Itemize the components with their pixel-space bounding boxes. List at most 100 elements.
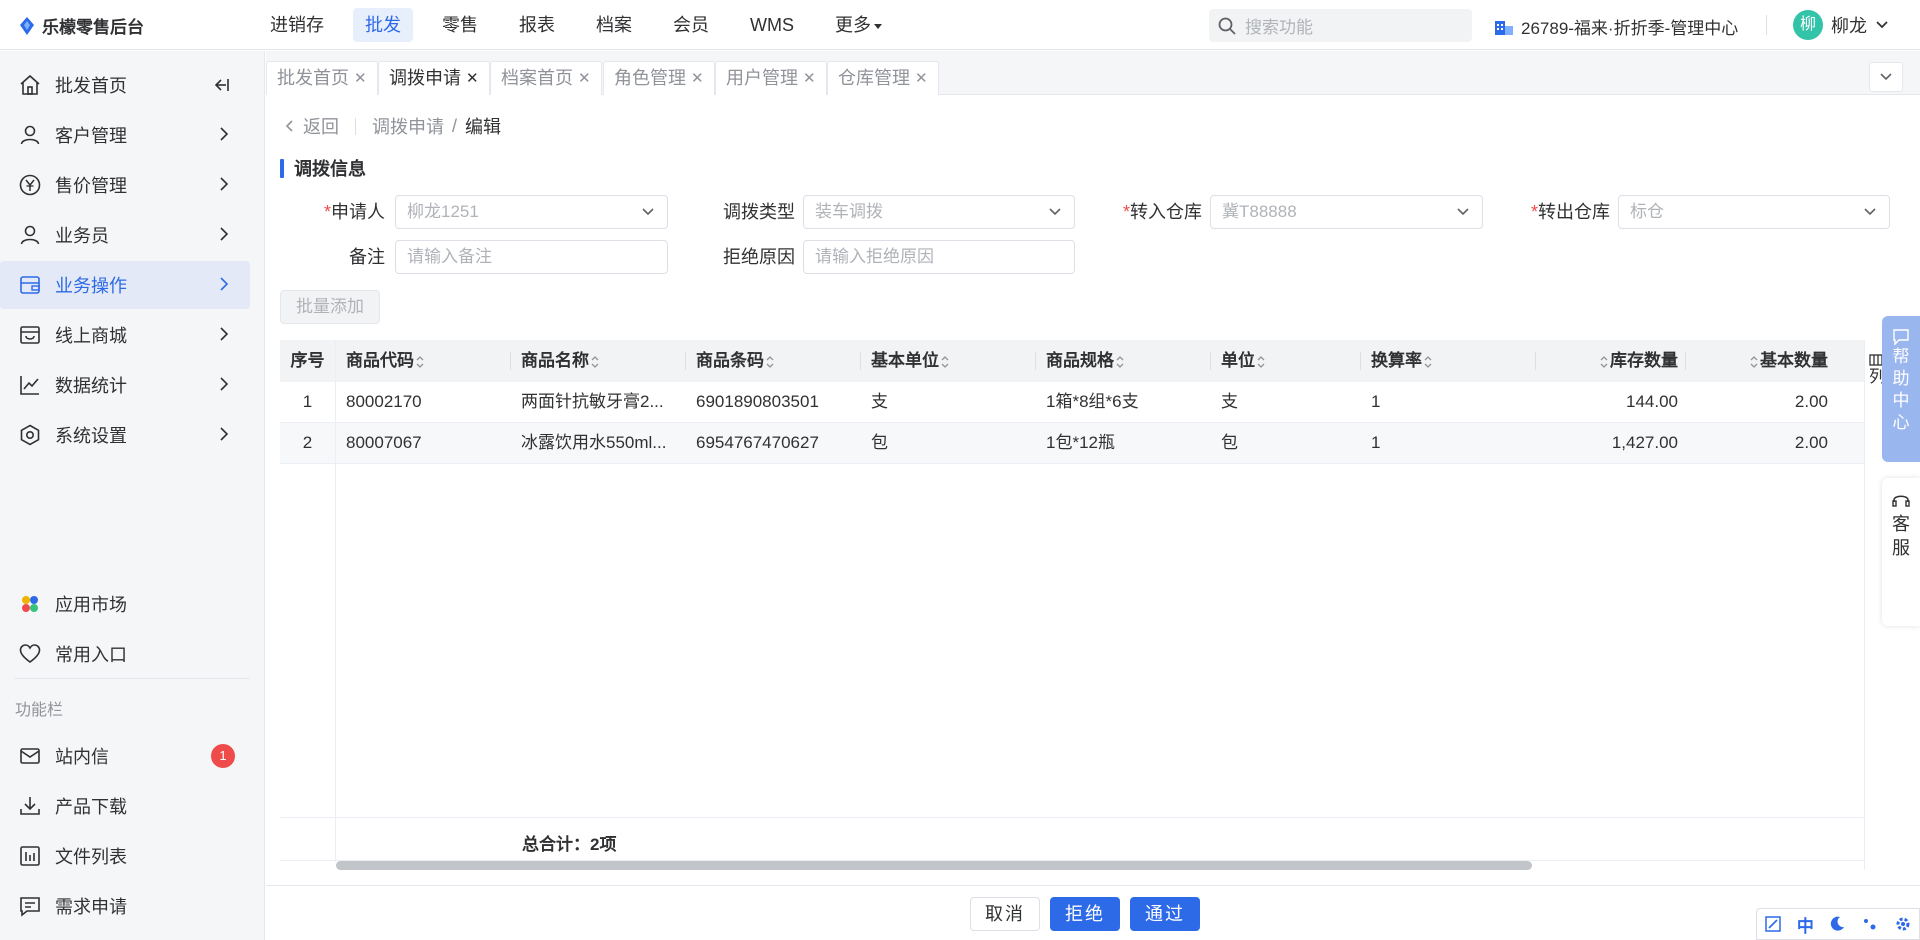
sidebar-item-label: 业务员: [55, 226, 109, 246]
tab-label: 调拨申请: [389, 68, 461, 88]
table-row[interactable]: 2 80007067 冰露饮用水550ml... 6954767470627 包…: [280, 423, 1864, 464]
col-header-base-unit[interactable]: 基本单位: [871, 340, 951, 382]
col-header-rate[interactable]: 换算率: [1371, 340, 1434, 382]
top-nav-item-archive[interactable]: 档案: [584, 8, 644, 42]
applicant-value: 柳龙1251: [407, 202, 479, 221]
remark-input[interactable]: 请输入备注: [395, 240, 668, 274]
cell-stock: 144.00: [1626, 392, 1678, 411]
close-icon[interactable]: ✕: [578, 62, 591, 95]
store-switcher[interactable]: 26789-福来·折折季-管理中心: [1494, 14, 1738, 39]
col-header-spec[interactable]: 商品规格: [1046, 340, 1126, 382]
in-warehouse-select[interactable]: 冀T88888: [1210, 195, 1483, 229]
breadcrumb: 返回 调拨申请 / 编辑: [283, 113, 501, 139]
sidebar-item-download[interactable]: 产品下载: [0, 782, 250, 830]
app-logo[interactable]: 乐檬零售后台: [18, 13, 144, 38]
dots-icon[interactable]: [1861, 915, 1879, 933]
cell-unit: 支: [1221, 392, 1238, 411]
col-divider: [1360, 352, 1361, 370]
col-header-unit[interactable]: 单位: [1221, 340, 1267, 382]
in-warehouse-label-text: 转入仓库: [1130, 202, 1202, 222]
sidebar-item-inbox[interactable]: 站内信 1: [0, 732, 250, 780]
approve-button[interactable]: 通过: [1130, 897, 1200, 931]
chevron-down-icon: [1880, 73, 1892, 81]
sidebar-item-app-market[interactable]: 应用市场: [0, 580, 250, 628]
reject-reason-label: 拒绝原因: [723, 247, 795, 267]
tab-wholesale-home[interactable]: 批发首页 ✕: [266, 61, 378, 95]
tab-role-management[interactable]: 角色管理 ✕: [603, 61, 715, 95]
top-nav-item-member[interactable]: 会员: [661, 8, 721, 42]
chevron-right-icon: [220, 327, 229, 341]
user-menu[interactable]: 柳 柳龙: [1793, 10, 1889, 40]
language-toggle[interactable]: 中: [1797, 912, 1814, 937]
gear-icon[interactable]: [1894, 915, 1912, 933]
cancel-button[interactable]: 取消: [970, 897, 1040, 931]
sidebar-item-customer[interactable]: 客户管理: [0, 111, 250, 159]
cell-rate: 1: [1371, 392, 1381, 411]
top-nav-item-jxc[interactable]: 进销存: [258, 8, 336, 42]
sidebar-item-price[interactable]: 售价管理: [0, 161, 250, 209]
col-header-base-qty[interactable]: 基本数量: [1696, 340, 1828, 382]
close-icon[interactable]: ✕: [354, 62, 367, 95]
sort-icon: [1116, 355, 1124, 368]
table-row[interactable]: 1 80002170 两面针抗敏牙膏2... 6901890803501 支 1…: [280, 382, 1864, 423]
tab-dropdown-button[interactable]: [1869, 62, 1903, 92]
search-input[interactable]: 搜索功能: [1209, 9, 1472, 42]
sidebar: 批发首页 客户管理 售价管理 业务员 业务操作 线上商城 数据统计 系统设置 应…: [0, 51, 265, 940]
footer-divider: [335, 818, 336, 862]
applicant-select[interactable]: 柳龙1251: [395, 195, 668, 229]
transfer-type-select[interactable]: 装车调拨: [803, 195, 1075, 229]
out-warehouse-select[interactable]: 标仓: [1618, 195, 1890, 229]
customer-service-button[interactable]: 客 服: [1882, 478, 1920, 626]
transfer-type-value: 装车调拨: [815, 202, 883, 221]
edit-icon[interactable]: [1764, 915, 1782, 933]
tab-user-management[interactable]: 用户管理 ✕: [715, 61, 827, 95]
tab-archive-home[interactable]: 档案首页 ✕: [490, 61, 602, 95]
file-list-icon: [20, 846, 40, 866]
top-nav: 进销存 批发 零售 报表 档案 会员 WMS 更多: [258, 8, 911, 42]
sidebar-item-files[interactable]: 文件列表: [0, 832, 250, 880]
col-header-code[interactable]: 商品代码: [346, 340, 426, 382]
sort-icon: [1424, 355, 1432, 368]
col-header-barcode[interactable]: 商品条码: [696, 340, 776, 382]
col-header-label: 单位: [1221, 351, 1255, 370]
col-header-index: 序号: [290, 351, 325, 370]
batch-add-button[interactable]: 批量添加: [280, 290, 380, 324]
moon-icon[interactable]: [1828, 915, 1846, 933]
user-icon: [20, 225, 40, 245]
top-divider: [1766, 15, 1767, 35]
sidebar-item-label: 站内信: [55, 747, 109, 767]
horizontal-scrollbar[interactable]: [336, 861, 1532, 870]
sidebar-item-statistics[interactable]: 数据统计: [0, 361, 250, 409]
search-placeholder: 搜索功能: [1245, 18, 1313, 37]
chevron-left-icon[interactable]: [283, 118, 297, 134]
required-mark: *: [323, 202, 331, 222]
top-nav-item-wholesale[interactable]: 批发: [353, 8, 413, 42]
col-header-stock[interactable]: 库存数量: [1546, 340, 1678, 382]
sidebar-item-favorites[interactable]: 常用入口: [0, 630, 250, 678]
sidebar-item-salesman[interactable]: 业务员: [0, 211, 250, 259]
close-icon[interactable]: ✕: [803, 62, 816, 95]
sidebar-item-wholesale-home[interactable]: 批发首页: [0, 61, 250, 109]
top-nav-item-retail[interactable]: 零售: [430, 8, 490, 42]
sidebar-item-mall[interactable]: 线上商城: [0, 311, 250, 359]
top-nav-item-report[interactable]: 报表: [507, 8, 567, 42]
sidebar-item-label: 批发首页: [55, 76, 127, 96]
close-icon[interactable]: ✕: [466, 62, 479, 95]
top-nav-item-wms[interactable]: WMS: [738, 8, 806, 42]
reject-button[interactable]: 拒绝: [1050, 897, 1120, 931]
sidebar-item-operations[interactable]: 业务操作: [0, 261, 250, 309]
tab-transfer-request[interactable]: 调拨申请 ✕: [378, 61, 490, 95]
reject-reason-input[interactable]: 请输入拒绝原因: [803, 240, 1075, 274]
sidebar-item-request[interactable]: 需求申请: [0, 882, 250, 930]
tab-warehouse-management[interactable]: 仓库管理 ✕: [827, 61, 939, 95]
top-nav-item-more[interactable]: 更多: [823, 8, 894, 42]
collapse-sidebar-icon[interactable]: [212, 76, 230, 94]
close-icon[interactable]: ✕: [691, 62, 704, 95]
table-header: 序号 商品代码 商品名称 商品条码 基本单位 商品规格 单位 换算率 库存数量 …: [280, 340, 1864, 382]
breadcrumb-parent[interactable]: 调拨申请: [372, 113, 444, 139]
back-link[interactable]: 返回: [303, 113, 339, 139]
sidebar-item-settings[interactable]: 系统设置: [0, 411, 250, 459]
col-header-name[interactable]: 商品名称: [521, 340, 601, 382]
help-center-button[interactable]: 帮 助 中 心: [1882, 316, 1920, 462]
close-icon[interactable]: ✕: [915, 62, 928, 95]
